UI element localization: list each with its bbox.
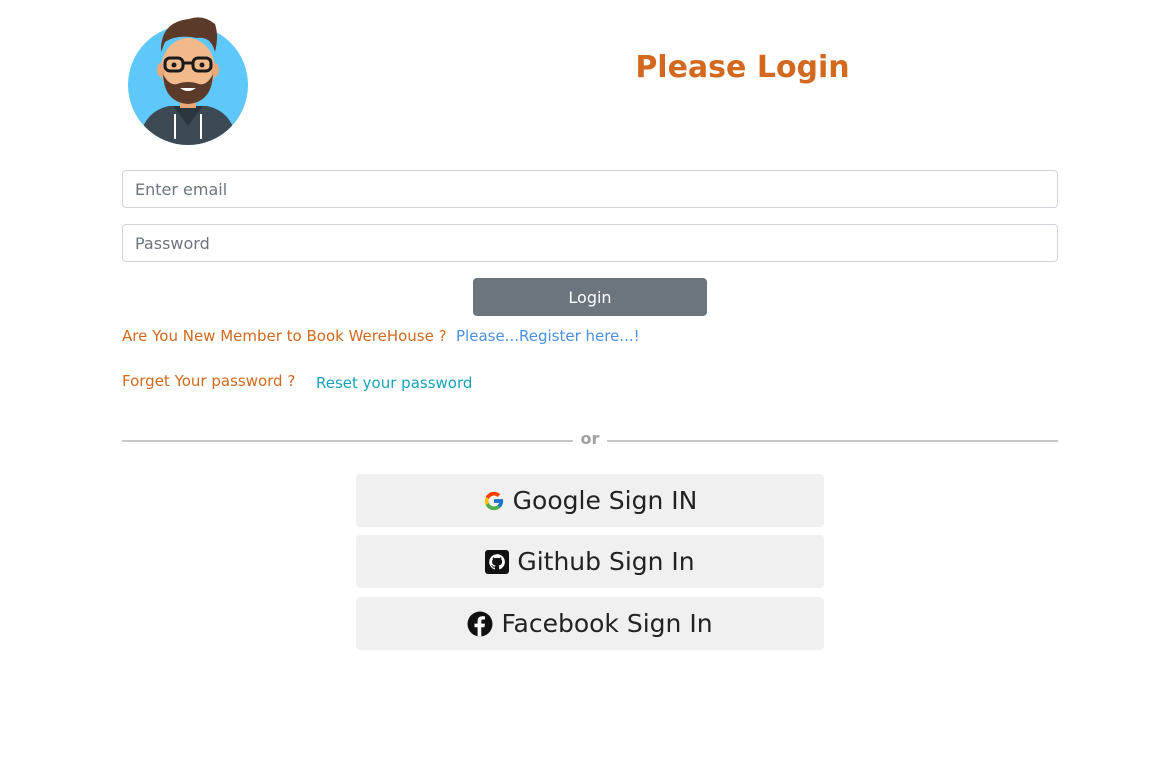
divider-line-right — [607, 440, 1058, 442]
github-sign-in-label: Github Sign In — [517, 547, 695, 576]
divider-line-left — [122, 440, 573, 442]
password-field[interactable] — [122, 224, 1058, 262]
page-title: Please Login — [635, 50, 850, 85]
google-sign-in-button[interactable]: Google Sign IN — [356, 474, 824, 527]
facebook-sign-in-label: Facebook Sign In — [501, 609, 713, 638]
or-divider: or — [122, 428, 1058, 452]
register-link[interactable]: Please...Register here...! — [456, 327, 640, 345]
login-button[interactable]: Login — [473, 278, 707, 316]
github-sign-in-button[interactable]: Github Sign In — [356, 535, 824, 588]
facebook-icon — [467, 611, 493, 637]
new-member-text: Are You New Member to Book WereHouse ? — [122, 327, 447, 345]
divider-or-text: or — [580, 429, 600, 448]
email-field[interactable] — [122, 170, 1058, 208]
google-icon — [483, 490, 505, 512]
forgot-password-text: Forget Your password ? — [122, 372, 296, 390]
user-avatar-icon — [127, 14, 249, 146]
reset-password-link[interactable]: Reset your password — [316, 374, 472, 392]
facebook-sign-in-button[interactable]: Facebook Sign In — [356, 597, 824, 650]
google-sign-in-label: Google Sign IN — [512, 486, 698, 515]
github-icon — [485, 549, 510, 574]
